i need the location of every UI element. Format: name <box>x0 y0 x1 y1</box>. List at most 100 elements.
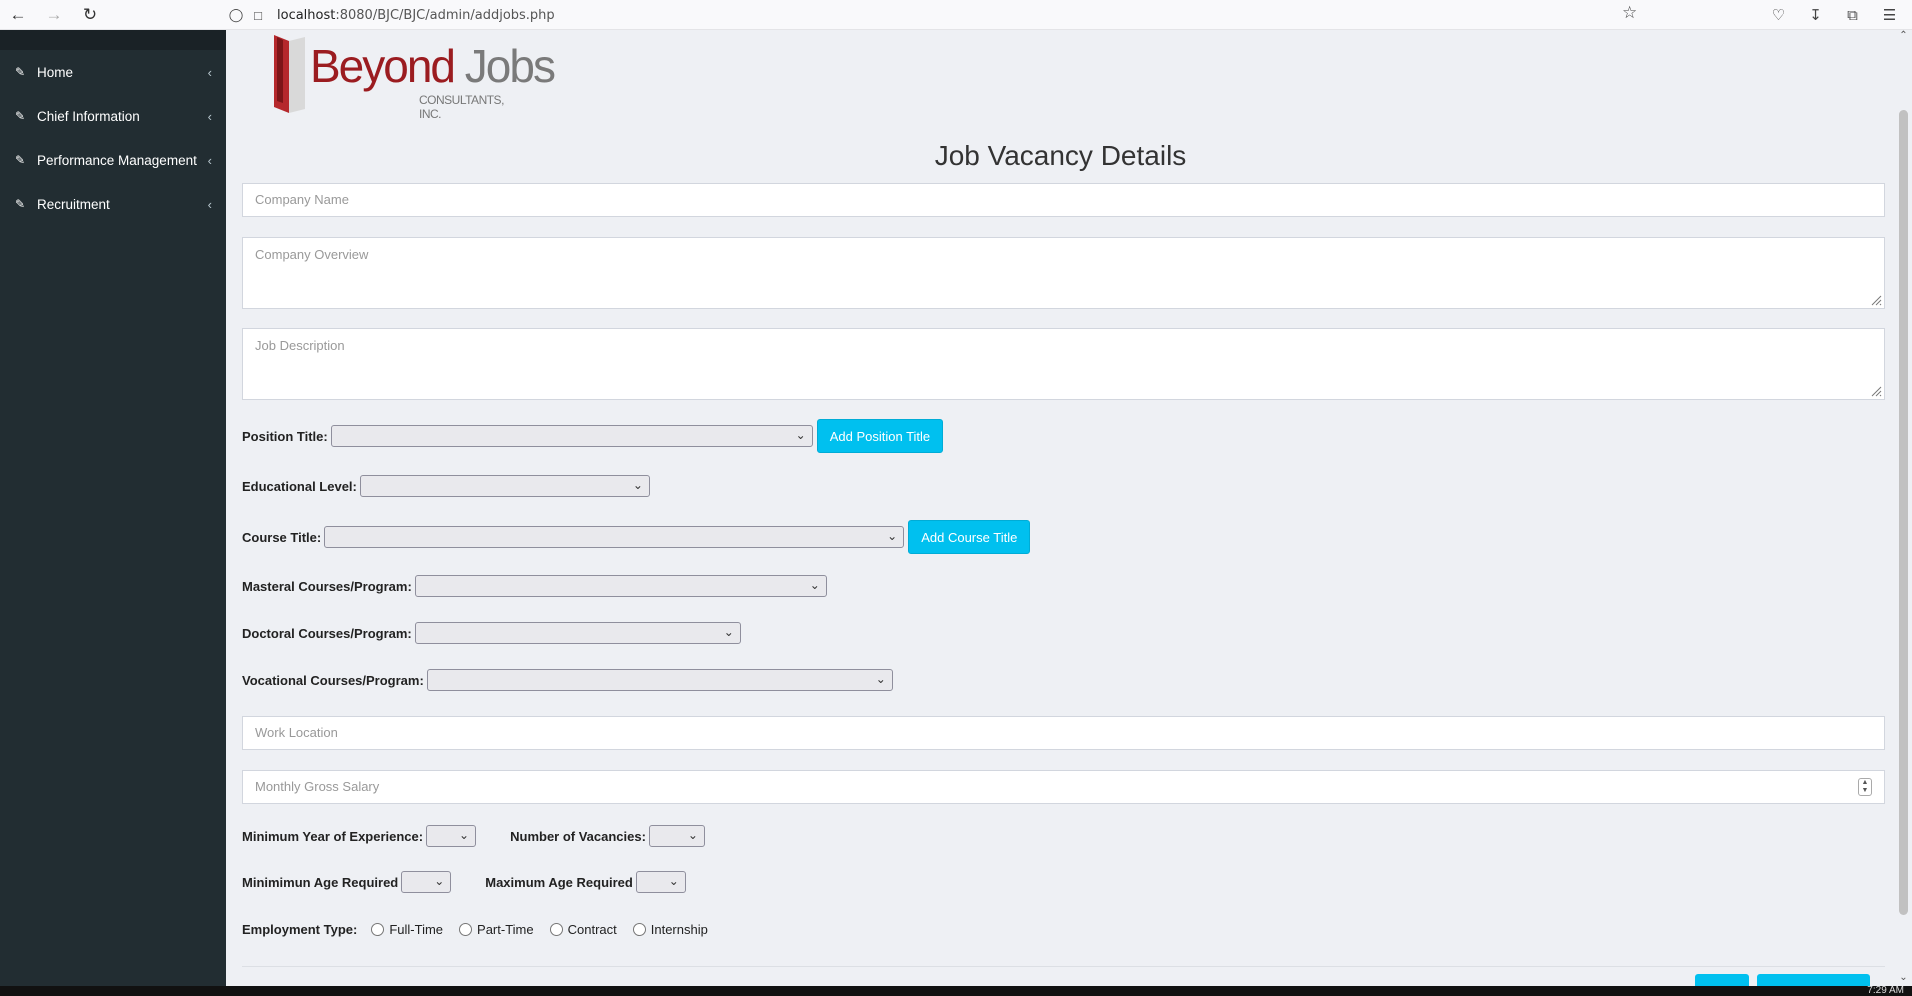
door-logo-icon <box>274 35 305 113</box>
work-location-input[interactable]: Work Location <box>242 716 1885 750</box>
url-path: :8080/BJC/BJC/admin/addjobs.php <box>335 7 555 23</box>
chevron-left-icon: ‹ <box>207 64 212 80</box>
sidebar-item-chief-information[interactable]: ✎ Chief Information ‹ <box>0 94 226 138</box>
employment-type-radio-group: Full-Time Part-Time Contract Internship <box>371 922 724 937</box>
scroll-down-icon[interactable]: ⌄ <box>1895 972 1912 983</box>
company-overview-textarea[interactable]: Company Overview <box>242 237 1885 309</box>
form-divider <box>242 966 1885 967</box>
download-icon[interactable]: ↧ <box>1797 0 1834 30</box>
min-age-label: Minimimun Age Required <box>242 874 399 890</box>
company-logo: Beyond Jobs CONSULTANTS, INC. <box>269 31 556 121</box>
scroll-thumb[interactable] <box>1899 110 1908 915</box>
position-title-label: Position Title: <box>242 428 328 444</box>
company-name-input[interactable]: Company Name <box>242 183 1885 217</box>
resize-grip-icon[interactable] <box>1870 385 1882 397</box>
min-age-select[interactable]: ⌄ <box>401 871 452 893</box>
pocket-icon[interactable]: ♡ <box>1760 0 1797 30</box>
sidebar-item-home[interactable]: ✎ Home ‹ <box>0 50 226 94</box>
chevron-left-icon: ‹ <box>207 152 212 168</box>
number-spinner-icon[interactable]: ▲ ▼ <box>1858 778 1872 796</box>
radio-part-time[interactable]: Part-Time <box>459 922 534 937</box>
chevron-down-icon: ⌄ <box>632 478 643 492</box>
url-text[interactable]: localhost:8080/BJC/BJC/admin/addjobs.php <box>277 8 555 23</box>
vocational-label: Vocational Courses/Program: <box>242 672 424 688</box>
course-title-select[interactable]: ⌄ <box>324 526 905 548</box>
url-bar[interactable]: ◯ □ localhost:8080/BJC/BJC/admin/addjobs… <box>225 4 1655 26</box>
placeholder-text: Job Description <box>255 338 345 353</box>
position-title-select[interactable]: ⌄ <box>330 425 813 447</box>
page-icon: □ <box>254 7 262 23</box>
masteral-row: Masteral Courses/Program: ⌄ <box>242 570 827 602</box>
menu-icon[interactable]: ☰ <box>1871 0 1908 30</box>
job-description-textarea[interactable]: Job Description <box>242 328 1885 400</box>
sidebar-item-label: Home <box>37 64 74 80</box>
educational-level-label: Educational Level: <box>242 478 357 494</box>
taskbar-clock: 7:29 AM <box>1867 985 1904 996</box>
sidebar-item-recruitment[interactable]: ✎ Recruitment ‹ <box>0 182 226 226</box>
sidebar-item-label: Chief Information <box>37 108 140 124</box>
main-content: Beyond Jobs CONSULTANTS, INC. Job Vacanc… <box>226 30 1895 986</box>
sidebar-item-performance-management[interactable]: ✎ Performance Management ‹ <box>0 138 226 182</box>
monthly-salary-input[interactable]: Monthly Gross Salary ▲ ▼ <box>242 770 1885 804</box>
add-course-title-button[interactable]: Add Course Title <box>908 520 1031 554</box>
experience-vacancies-row: Minimum Year of Experience: ⌄ Number of … <box>242 820 705 852</box>
educational-level-select[interactable]: ⌄ <box>359 475 650 497</box>
edit-icon: ✎ <box>15 153 26 167</box>
edit-icon: ✎ <box>15 109 26 123</box>
employment-type-label: Employment Type: <box>242 921 358 937</box>
reload-icon[interactable]: ↻ <box>72 0 108 30</box>
edit-icon: ✎ <box>15 65 26 79</box>
add-position-title-button[interactable]: Add Position Title <box>816 419 944 453</box>
scroll-up-icon[interactable]: ⌃ <box>1895 30 1912 41</box>
logo-word-beyond: Beyond <box>310 40 456 92</box>
radio-circle[interactable] <box>371 922 385 936</box>
chevron-down-icon: ⌄ <box>875 672 886 686</box>
max-age-select[interactable]: ⌄ <box>635 871 686 893</box>
radio-contract[interactable]: Contract <box>549 921 617 937</box>
doctoral-select[interactable]: ⌄ <box>414 622 741 644</box>
placeholder-text: Monthly Gross Salary <box>255 779 380 794</box>
radio-label: Internship <box>650 921 708 937</box>
course-title-row: Course Title: ⌄ Add Course Title <box>242 520 1031 554</box>
radio-circle[interactable] <box>632 922 646 936</box>
chevron-down-icon: ⌄ <box>723 625 734 639</box>
chevron-down-icon: ⌄ <box>459 828 470 842</box>
masteral-select[interactable]: ⌄ <box>414 575 827 597</box>
educational-level-row: Educational Level: ⌄ <box>242 470 650 502</box>
sidebar-item-label: Recruitment <box>37 196 110 212</box>
age-row: Minimimun Age Required ⌄ Maximum Age Req… <box>242 866 686 898</box>
sidebar-header <box>0 30 226 50</box>
extensions-icon[interactable]: ⧉ <box>1834 0 1871 30</box>
radio-label: Part-Time <box>477 921 534 937</box>
star-icon[interactable]: ☆ <box>1622 3 1637 23</box>
page-scrollbar[interactable]: ⌃ ⌄ <box>1895 30 1912 986</box>
radio-internship[interactable]: Internship <box>632 921 708 937</box>
logo-word-jobs: Jobs <box>464 40 556 92</box>
resize-grip-icon[interactable] <box>1870 294 1882 306</box>
shield-icon[interactable]: ◯ <box>225 4 247 26</box>
back-arrow-icon[interactable]: ← <box>0 0 36 30</box>
min-experience-select[interactable]: ⌄ <box>426 825 477 847</box>
secondary-action-button[interactable] <box>1757 974 1870 986</box>
chevron-left-icon: ‹ <box>207 108 212 124</box>
vacancies-select[interactable]: ⌄ <box>648 825 705 847</box>
radio-circle[interactable] <box>459 922 473 936</box>
radio-label: Contract <box>567 921 617 937</box>
radio-label: Full-Time <box>389 921 444 937</box>
radio-full-time[interactable]: Full-Time <box>371 922 443 937</box>
vocational-select[interactable]: ⌄ <box>426 669 893 691</box>
position-title-row: Position Title: ⌄ Add Position Title <box>242 419 944 453</box>
submit-button[interactable] <box>1695 974 1749 986</box>
taskbar: 7:29 AM <box>0 985 1912 996</box>
edit-icon: ✎ <box>15 197 26 211</box>
chevron-down-icon: ⌄ <box>668 874 679 888</box>
forward-arrow-icon[interactable]: → <box>36 0 72 30</box>
browser-toolbar: ← → ↻ ◯ □ localhost:8080/BJC/BJC/admin/a… <box>0 0 1912 30</box>
radio-circle[interactable] <box>549 922 563 936</box>
doctoral-label: Doctoral Courses/Program: <box>242 625 412 641</box>
masteral-label: Masteral Courses/Program: <box>242 578 412 594</box>
max-age-label: Maximum Age Required <box>485 874 633 890</box>
vocational-row: Vocational Courses/Program: ⌄ <box>242 664 893 696</box>
placeholder-text: Work Location <box>255 725 338 740</box>
min-experience-label: Minimum Year of Experience: <box>242 828 424 844</box>
